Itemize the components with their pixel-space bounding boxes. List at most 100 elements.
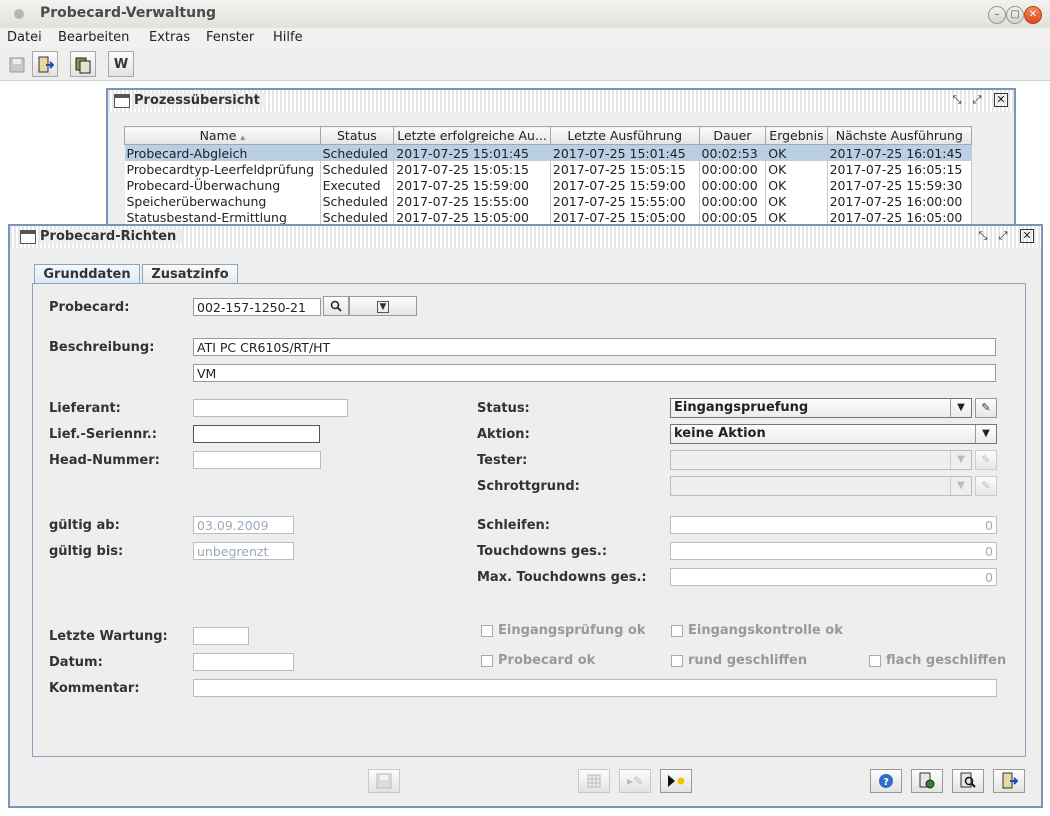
lieferant-label: Lieferant: [49, 401, 121, 416]
edit-status-icon[interactable]: ✎ [975, 398, 997, 418]
tester-label: Tester: [477, 453, 528, 468]
datum-label: Datum: [49, 655, 103, 670]
form-panel: Probecard: 002-157-1250-21 ▼ Beschreibun… [32, 283, 1026, 757]
letzte-wartung-label: Letzte Wartung: [49, 629, 168, 644]
beschreibung-field-1[interactable]: ATI PC CR610S/RT/HT [193, 338, 996, 356]
document-settings-icon[interactable] [911, 769, 943, 793]
exit-icon[interactable] [32, 51, 58, 77]
touchdowns-field[interactable]: 0 [670, 542, 997, 560]
edit-tester-icon[interactable]: ✎ [975, 450, 997, 470]
lief-seriennr-field[interactable] [193, 425, 320, 443]
kommentar-label: Kommentar: [49, 681, 140, 696]
menu-datei[interactable]: Datei [7, 30, 42, 45]
rund-geschliffen-label: rund geschliffen [688, 653, 808, 668]
edit-schrottgrund-icon[interactable]: ✎ [975, 476, 997, 496]
help-icon[interactable]: ? [870, 769, 902, 793]
chevron-down-icon: ▼ [376, 301, 390, 313]
col-next-run[interactable]: Nächste Ausführung [826, 126, 973, 145]
letzte-wartung-field[interactable] [193, 627, 249, 645]
head-nummer-field[interactable] [193, 451, 321, 469]
head-nummer-label: Head-Nummer: [49, 453, 160, 468]
lief-seriennr-label: Lief.-Seriennr.: [49, 427, 157, 442]
col-status[interactable]: Status [319, 126, 395, 145]
max-touchdowns-field[interactable]: 0 [670, 568, 997, 586]
aktion-combo[interactable]: keine Aktion ▼ [670, 424, 997, 444]
aktion-label: Aktion: [477, 427, 530, 442]
beschreibung-field-2[interactable]: VM [193, 364, 996, 382]
table-row[interactable]: Statusbestand-Ermittlung Scheduled 2017-07… [124, 209, 973, 225]
gueltig-bis-field[interactable]: unbegrenzt [193, 542, 294, 560]
eingangspruefung-ok-checkbox[interactable] [481, 625, 493, 637]
col-duration[interactable]: Dauer [698, 126, 767, 145]
gueltig-ab-field[interactable]: 03.09.2009 [193, 516, 294, 534]
menu-bearbeiten[interactable]: Bearbeiten [58, 30, 129, 45]
table-row[interactable]: Speicherüberwachung Scheduled 2017-07-25 1… [124, 193, 973, 209]
document-search-icon[interactable] [952, 769, 984, 793]
flach-geschliffen-checkbox[interactable] [869, 655, 881, 667]
status-combo[interactable]: Eingangspruefung ▼ [670, 398, 972, 418]
close-icon[interactable]: ✕ [1024, 6, 1042, 24]
table-row[interactable]: Probecard-Abgleich Scheduled 2017-07-25 15… [124, 144, 973, 161]
probecard-ok-checkbox[interactable] [481, 655, 493, 667]
kommentar-field[interactable] [193, 679, 997, 697]
save-icon[interactable] [4, 51, 30, 77]
frame-icon [114, 94, 130, 108]
schleifen-field[interactable]: 0 [670, 516, 997, 534]
eingangskontrolle-ok-label: Eingangskontrolle ok [688, 623, 843, 638]
col-name[interactable]: Name ▴ [124, 126, 321, 145]
search-icon[interactable] [323, 296, 349, 316]
table-row[interactable]: Probecardtyp-Leerfeldprüfung Scheduled 201… [124, 161, 973, 177]
play-edit-icon[interactable]: ▸✎ [619, 769, 651, 793]
flach-geschliffen-label: flach geschliffen [886, 653, 1007, 668]
menu-fenster[interactable]: Fenster [206, 30, 254, 45]
save-icon[interactable] [368, 769, 400, 793]
schleifen-label: Schleifen: [477, 518, 550, 533]
maximize-frame-icon[interactable]: ⤢ [996, 229, 1010, 243]
maximize-frame-icon[interactable]: ⤢ [970, 93, 984, 107]
iconify-icon[interactable]: ⤡ [950, 93, 964, 107]
tab-grunddaten[interactable]: Grunddaten [34, 264, 140, 284]
col-last-success[interactable]: Letzte erfolgreiche Au... [393, 126, 551, 145]
exit-icon[interactable] [993, 769, 1025, 793]
menu-hilfe[interactable]: Hilfe [273, 30, 303, 45]
process-frame-titlebar: Prozessübersicht ⤡ ⤢ ✕ [108, 90, 1014, 112]
process-table: Name ▴ Status Letzte erfolgreiche Au... … [124, 126, 973, 225]
touchdowns-label: Touchdowns ges.: [477, 544, 608, 559]
table-row[interactable]: Probecard-Überwachung Executed 2017-07-25 … [124, 177, 973, 193]
close-frame-icon[interactable]: ✕ [1020, 229, 1034, 243]
aktion-value: keine Aktion [674, 426, 766, 441]
window-menu-icon[interactable] [14, 9, 24, 19]
chevron-down-icon: ▼ [975, 425, 996, 443]
minimize-icon[interactable]: – [988, 6, 1006, 24]
col-result[interactable]: Ergebnis [765, 126, 828, 145]
window-titlebar: Probecard-Verwaltung – □ ✕ [0, 0, 1050, 29]
button-bar: ▸✎ ? [10, 769, 1041, 795]
process-overview-frame: Prozessübersicht ⤡ ⤢ ✕ Name ▴ Status Let… [106, 88, 1016, 238]
schrottgrund-combo[interactable]: ▼ [670, 476, 972, 496]
menu-extras[interactable]: Extras [149, 30, 190, 45]
lieferant-field[interactable] [193, 399, 348, 417]
tab-zusatzinfo[interactable]: Zusatzinfo [142, 264, 238, 284]
play-new-icon[interactable] [660, 769, 692, 793]
col-last-run[interactable]: Letzte Ausführung [549, 126, 700, 145]
probecard-field[interactable]: 002-157-1250-21 [193, 298, 321, 316]
close-frame-icon[interactable]: ✕ [994, 93, 1008, 107]
status-value: Eingangspruefung [674, 400, 809, 415]
eingangskontrolle-ok-checkbox[interactable] [671, 625, 683, 637]
probecard-dropdown-button[interactable]: ▼ [349, 296, 417, 316]
probecard-edit-frame: Probecard-Richten ⤡ ⤢ ✕ Grunddaten Zusat… [8, 224, 1043, 808]
table-icon[interactable] [578, 769, 610, 793]
datum-field[interactable] [193, 653, 294, 671]
iconify-icon[interactable]: ⤡ [976, 229, 990, 243]
process-frame-title: Prozessübersicht [134, 93, 266, 108]
rund-geschliffen-checkbox[interactable] [671, 655, 683, 667]
toolbar: W [0, 48, 1050, 81]
maximize-icon[interactable]: □ [1006, 6, 1024, 24]
w-button[interactable]: W [108, 51, 134, 77]
windows-icon[interactable] [70, 51, 96, 77]
window-title: Probecard-Verwaltung [40, 5, 217, 21]
probecard-label: Probecard: [49, 300, 130, 315]
gueltig-bis-label: gültig bis: [49, 544, 124, 559]
tester-combo[interactable]: ▼ [670, 450, 972, 470]
edit-frame-title: Probecard-Richten [40, 229, 183, 244]
